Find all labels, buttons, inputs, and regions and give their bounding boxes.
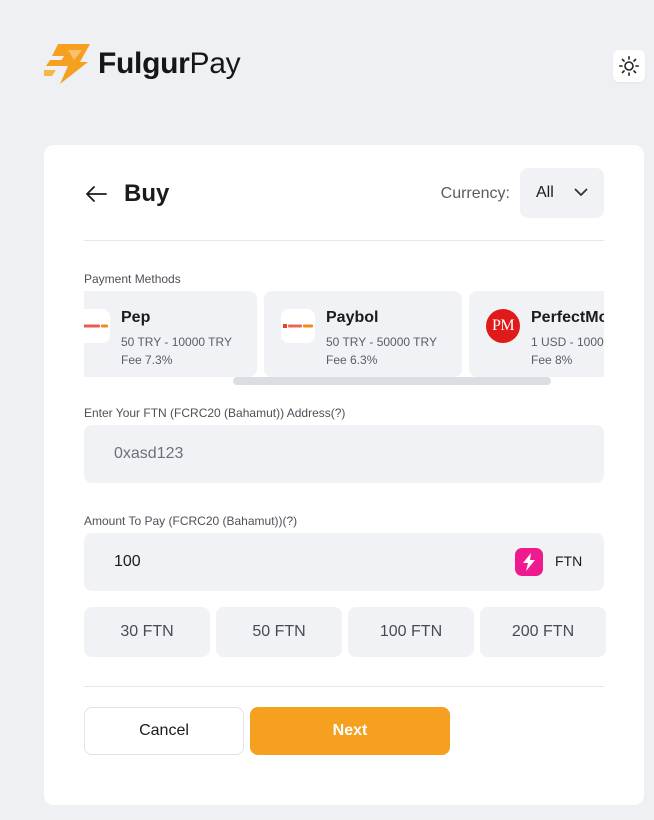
token-badge bbox=[515, 548, 543, 576]
cancel-button[interactable]: Cancel bbox=[84, 707, 244, 755]
address-label: Enter Your FTN (FCRC20 (Bahamut)) Addres… bbox=[84, 406, 346, 420]
payment-methods-carousel[interactable]: Pep 50 TRY - 10000 TRY Fee 7.3% Paybol 5… bbox=[84, 291, 604, 377]
quick-amount-button[interactable]: 30 FTN bbox=[84, 607, 210, 657]
amount-field: FTN bbox=[84, 533, 604, 591]
payment-method-range: 50 TRY - 10000 TRY bbox=[121, 335, 232, 349]
address-input[interactable] bbox=[114, 425, 514, 483]
sun-icon bbox=[619, 56, 639, 76]
payment-method-range: 1 USD - 10000 USD bbox=[531, 335, 604, 349]
address-field bbox=[84, 425, 604, 483]
payment-method-pep[interactable]: Pep 50 TRY - 10000 TRY Fee 7.3% bbox=[84, 291, 257, 377]
papara-pep-logo bbox=[84, 309, 110, 343]
payment-methods-track: Pep 50 TRY - 10000 TRY Fee 7.3% Paybol 5… bbox=[84, 291, 604, 377]
amount-label: Amount To Pay (FCRC20 (Bahamut))(?) bbox=[84, 514, 298, 528]
payment-method-name: Paybol bbox=[326, 309, 379, 326]
payment-method-perfectmoney[interactable]: PM PerfectMoney 1 USD - 10000 USD Fee 8% bbox=[469, 291, 604, 377]
header-divider bbox=[84, 240, 604, 241]
payment-methods-label: Payment Methods bbox=[84, 272, 181, 286]
currency-select-value: All bbox=[536, 184, 554, 201]
currency-label: Currency: bbox=[440, 185, 510, 202]
brand-name: FulgurPay bbox=[98, 47, 241, 80]
payment-method-fee: Fee 8% bbox=[531, 353, 573, 367]
perfectmoney-logo-text: PM bbox=[491, 317, 515, 334]
quick-amount-button[interactable]: 200 FTN bbox=[480, 607, 606, 657]
brand-logo: FulgurPay bbox=[44, 44, 241, 84]
brand-name-regular: Pay bbox=[189, 47, 241, 80]
token-label: FTN bbox=[555, 553, 583, 569]
currency-select[interactable]: All bbox=[520, 168, 604, 218]
payment-method-paybol[interactable]: Paybol 50 TRY - 50000 TRY Fee 6.3% bbox=[264, 291, 462, 377]
theme-toggle-button[interactable] bbox=[613, 50, 645, 82]
brand-name-bold: Fulgur bbox=[98, 47, 190, 80]
lightning-bolt-logo-icon bbox=[44, 44, 90, 84]
quick-amount-button[interactable]: 100 FTN bbox=[348, 607, 474, 657]
buy-card: Buy Currency: All Payment Methods Pep 50… bbox=[44, 145, 644, 805]
payment-method-name: PerfectMoney bbox=[531, 309, 604, 326]
amount-input[interactable] bbox=[114, 533, 514, 591]
next-button[interactable]: Next bbox=[250, 707, 450, 755]
payment-method-name: Pep bbox=[121, 309, 151, 326]
payment-method-fee: Fee 6.3% bbox=[326, 353, 378, 367]
paybol-logo bbox=[281, 309, 315, 343]
chevron-down-icon bbox=[574, 188, 588, 196]
paybol-logo-icon bbox=[283, 324, 313, 328]
perfectmoney-logo: PM bbox=[486, 309, 520, 343]
payment-method-fee: Fee 7.3% bbox=[121, 353, 173, 367]
quick-amount-button[interactable]: 50 FTN bbox=[216, 607, 342, 657]
payment-methods-scrollbar[interactable] bbox=[233, 377, 551, 385]
lightning-icon bbox=[523, 553, 535, 571]
footer-divider bbox=[84, 686, 604, 687]
payment-method-range: 50 TRY - 50000 TRY bbox=[326, 335, 437, 349]
arrow-left-icon[interactable] bbox=[84, 184, 108, 204]
quick-amount-row: 30 FTN 50 FTN 100 FTN 200 FTN bbox=[84, 607, 606, 657]
page-title: Buy bbox=[124, 180, 170, 207]
papara-pep-logo-icon bbox=[84, 323, 110, 329]
